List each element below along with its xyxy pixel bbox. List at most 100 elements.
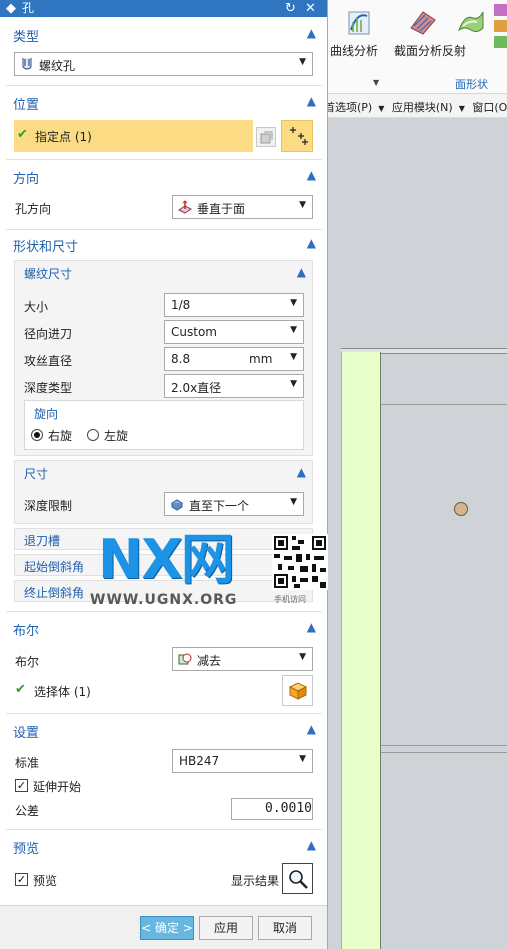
settings-section-title: 设置 (13, 726, 40, 741)
part-edge-line (381, 752, 507, 753)
position-section: 位置 ▲ ✔ 指定点 (1) (6, 90, 322, 160)
ribbon-overflow-icons (494, 4, 507, 64)
apply-button[interactable]: 应用 (199, 916, 253, 940)
reflection-icon (457, 11, 484, 33)
boolean-section: 布尔 ▲ 布尔 减去 ▼ ✔ 选择体 (1) (6, 616, 322, 714)
depth-type-label: 深度类型 (24, 381, 73, 395)
sketch-icon (260, 131, 273, 144)
hole-type-dropdown[interactable]: 螺纹孔 ▼ (14, 52, 313, 76)
collapse-chevron-icon[interactable]: ▲ (307, 620, 316, 634)
curve-analysis-icon (348, 11, 370, 35)
direction-section-header[interactable]: 方向 ▲ (6, 164, 322, 188)
hole-point-marker[interactable] (454, 502, 468, 516)
collapse-chevron-icon[interactable]: ▲ (307, 94, 316, 108)
radial-engage-dropdown[interactable]: Custom ▼ (164, 320, 304, 344)
dropdown-arrow-icon: ▼ (290, 352, 297, 362)
hole-direction-value: 垂直于面 (197, 202, 246, 216)
type-section-header[interactable]: 类型 ▲ (6, 22, 322, 46)
end-chamfer-title: 终止倒斜角 (24, 586, 85, 600)
standard-dropdown[interactable]: HB247 ▼ (172, 749, 313, 773)
ribbon-dropdown-arrow-icon[interactable]: ▼ (373, 78, 379, 87)
show-result-label: 显示结果 (231, 874, 280, 888)
preview-section-header[interactable]: 预览 ▲ (6, 834, 322, 858)
close-icon[interactable]: ✕ (305, 0, 316, 17)
menu-bar: 首选项(P) ▼ 应用模块(N) ▼ 窗口(O) (328, 94, 507, 118)
collapse-chevron-icon[interactable]: ▲ (297, 465, 306, 479)
thread-size-header[interactable]: 螺纹尺寸 ▲ (15, 261, 312, 285)
menu-preferences[interactable]: 首选项(P) (328, 99, 372, 115)
settings-section-header[interactable]: 设置 ▲ (6, 718, 322, 742)
part-face-green (341, 352, 381, 949)
tap-drill-unit[interactable]: mm (249, 352, 272, 366)
dimensions-title: 尺寸 (24, 467, 49, 481)
sketch-section-button[interactable] (256, 127, 276, 147)
depth-type-dropdown[interactable]: 2.0x直径 ▼ (164, 374, 304, 398)
collapse-chevron-icon[interactable]: ▲ (307, 838, 316, 852)
right-hand-label: 右旋 (48, 429, 73, 443)
normal-to-face-icon (178, 200, 192, 214)
menu-preferences-arrow-icon: ▼ (378, 104, 385, 113)
dropdown-arrow-icon: ▼ (290, 325, 297, 335)
collapse-chevron-icon[interactable]: ▲ (307, 26, 316, 40)
depth-limit-dropdown[interactable]: 直至下一个 ▼ (164, 492, 304, 516)
collapse-chevron-icon[interactable]: ▲ (307, 236, 316, 250)
reset-icon[interactable]: ↻ (285, 0, 296, 17)
collapse-chevron-icon[interactable]: ▲ (297, 265, 306, 279)
reflection-button[interactable]: 反射 (442, 4, 500, 62)
ribbon-group-label: 面形状 (455, 78, 488, 91)
start-chamfer-title: 起始倒斜角 (24, 560, 85, 574)
collapse-chevron-icon[interactable]: ▲ (307, 168, 316, 182)
show-result-button[interactable] (282, 863, 313, 894)
solid-body-icon (288, 682, 308, 700)
direction-section: 方向 ▲ 孔方向 垂直于面 ▼ (6, 164, 322, 230)
section-analysis-icon (410, 11, 436, 35)
dimensions-header[interactable]: 尺寸 ▲ (15, 461, 312, 485)
cancel-button[interactable]: 取消 (258, 916, 312, 940)
point-dialog-button[interactable] (281, 120, 313, 152)
select-body-button[interactable] (282, 675, 313, 706)
boolean-value: 减去 (197, 654, 222, 668)
preview-section-title: 预览 (13, 842, 40, 857)
menu-window[interactable]: 窗口(O) (472, 99, 507, 115)
shape-size-section-header[interactable]: 形状和尺寸 ▲ (6, 232, 322, 256)
dropdown-arrow-icon: ▼ (299, 754, 306, 764)
thread-size-title: 螺纹尺寸 (24, 267, 73, 281)
section-analysis-label: 截面分析 (394, 44, 443, 58)
radial-engage-value: Custom (171, 325, 217, 339)
curve-analysis-label: 曲线分析 (330, 44, 379, 58)
overflow-icon-3 (494, 36, 507, 48)
preview-checkbox[interactable]: ✓ (15, 873, 28, 886)
extend-start-checkbox[interactable]: ✓ (15, 779, 28, 792)
menu-application[interactable]: 应用模块(N) (392, 99, 453, 115)
hole-dialog: ◆ 孔 ↻ ✕ 类型 ▲ 螺纹孔 ▼ 位置 ▲ ✔ 指定点 (1) 方向 ▲ 孔… (0, 0, 328, 949)
position-section-header[interactable]: 位置 ▲ (6, 90, 322, 114)
preview-label: 预览 (33, 874, 58, 888)
dialog-titlebar: ◆ 孔 ↻ ✕ (0, 0, 327, 17)
collapse-chevron-icon[interactable]: ▲ (307, 722, 316, 736)
settings-section: 设置 ▲ 标准 HB247 ▼ ✓ 延伸开始 公差 0.0010 (6, 718, 322, 830)
dropdown-arrow-icon: ▼ (299, 57, 306, 67)
size-dropdown[interactable]: 1/8 ▼ (164, 293, 304, 317)
specify-point-row[interactable]: ✔ 指定点 (1) (14, 120, 253, 152)
checkmark-icon: ✔ (17, 127, 28, 142)
dialog-menu-icon[interactable]: ◆ (6, 0, 16, 17)
tolerance-value: 0.0010 (265, 801, 312, 816)
boolean-section-header[interactable]: 布尔 ▲ (6, 616, 322, 640)
depth-type-value: 2.0x直径 (171, 381, 222, 395)
dimensions-group: 尺寸 ▲ 深度限制 直至下一个 ▼ (14, 460, 313, 524)
hole-direction-dropdown[interactable]: 垂直于面 ▼ (172, 195, 313, 219)
tap-drill-diameter-field[interactable]: 8.8 mm ▼ (164, 347, 304, 371)
watermark-logo: NX网 (98, 528, 235, 591)
standard-label: 标准 (15, 756, 40, 770)
boolean-dropdown[interactable]: 减去 ▼ (172, 647, 313, 671)
radial-engage-label: 径向进刀 (24, 327, 73, 341)
dropdown-arrow-icon: ▼ (290, 379, 297, 389)
dialog-footer: < 确定 > 应用 取消 (0, 905, 327, 949)
left-hand-radio[interactable] (87, 429, 99, 441)
right-hand-radio[interactable] (31, 429, 43, 441)
tolerance-input[interactable]: 0.0010 (231, 798, 313, 820)
checkmark-icon: ✔ (15, 682, 26, 697)
curve-analysis-button[interactable]: 曲线分析 (330, 4, 388, 62)
menu-application-arrow-icon: ▼ (458, 104, 465, 113)
ok-button[interactable]: < 确定 > (140, 916, 194, 940)
